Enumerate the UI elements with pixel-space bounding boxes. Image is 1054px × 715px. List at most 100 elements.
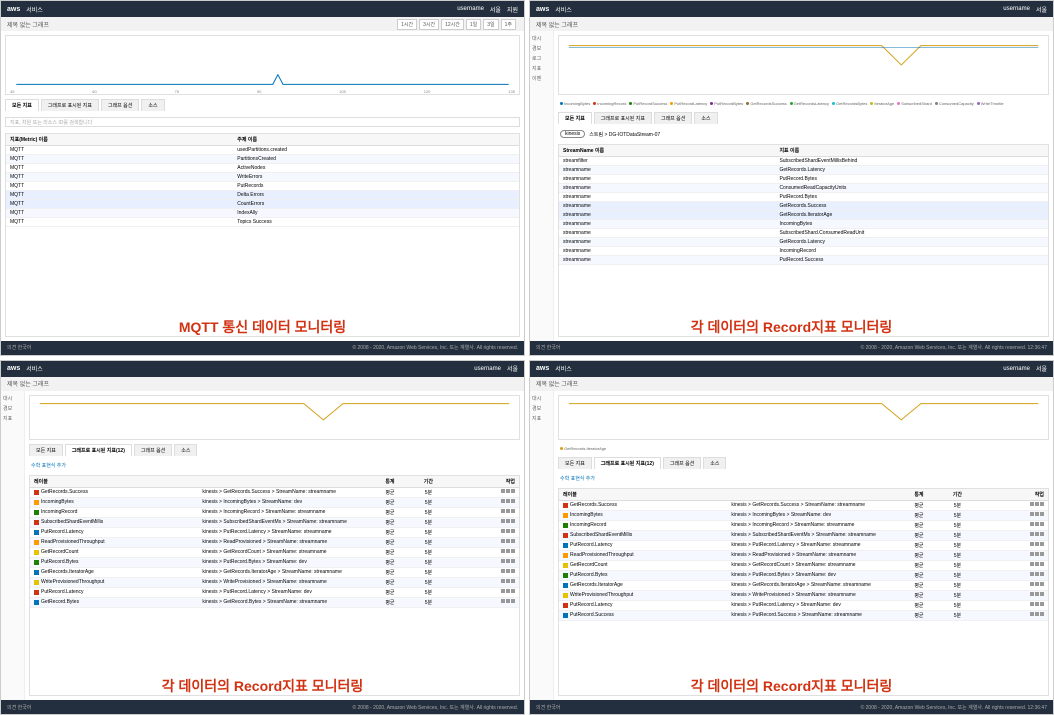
cell-stat[interactable]: 평균 (371, 499, 409, 506)
copy-icon[interactable] (1035, 552, 1039, 556)
col-metric-name[interactable]: 지표 이름 (779, 147, 1044, 154)
delete-icon[interactable] (511, 499, 515, 503)
metric-chart[interactable]: 45607590105120135 (5, 35, 520, 95)
table-row[interactable]: MQTTusedPartitions.created (6, 146, 519, 155)
delete-icon[interactable] (1040, 572, 1044, 576)
sidebar-item[interactable]: 대시 (3, 395, 22, 402)
region-menu[interactable]: 서울 (507, 364, 518, 373)
cell-stat[interactable]: 평균 (371, 579, 409, 586)
bell-icon[interactable] (501, 549, 505, 553)
cell-period[interactable]: 5분 (409, 569, 447, 576)
table-row[interactable]: streamnameGetRecords.Latency (559, 238, 1048, 247)
copy-icon[interactable] (1035, 562, 1039, 566)
delete-icon[interactable] (1040, 542, 1044, 546)
cell-period[interactable]: 5분 (409, 509, 447, 516)
table-row[interactable]: PutRecord.Latencykinesis > PutRecord.Lat… (30, 588, 519, 598)
metric-chart[interactable] (558, 35, 1049, 95)
table-row[interactable]: PutRecord.Latencykinesis > PutRecord.Lat… (30, 528, 519, 538)
copy-icon[interactable] (1035, 572, 1039, 576)
delete-icon[interactable] (511, 539, 515, 543)
delete-icon[interactable] (1040, 592, 1044, 596)
table-row[interactable]: GetRecords.Successkinesis > GetRecords.S… (559, 501, 1048, 511)
sidebar-item[interactable]: 대시 (532, 395, 551, 402)
bell-icon[interactable] (1030, 552, 1034, 556)
table-row[interactable]: GetRecords.IteratorAgekinesis > GetRecor… (559, 581, 1048, 591)
col-topic-name[interactable]: 주제 이름 (237, 136, 515, 143)
legend-item[interactable]: SubscribedShard (897, 101, 932, 106)
table-row[interactable]: IncomingByteskinesis > IncomingBytes > S… (30, 498, 519, 508)
tab-graphed[interactable]: 그래프로 표시된 지표 (41, 99, 99, 111)
filter-pill[interactable]: kinesis (560, 130, 585, 138)
tab-options[interactable]: 그래프 옵션 (654, 112, 692, 124)
user-menu[interactable]: username (1003, 6, 1030, 12)
bell-icon[interactable] (1030, 512, 1034, 516)
col-metric-name[interactable]: 지표(Metric) 이름 (10, 136, 237, 143)
delete-icon[interactable] (1040, 602, 1044, 606)
bell-icon[interactable] (501, 539, 505, 543)
table-row[interactable]: IncomingRecordkinesis > IncomingRecord >… (559, 521, 1048, 531)
delete-icon[interactable] (511, 569, 515, 573)
cell-stat[interactable]: 평균 (900, 592, 938, 599)
services-menu[interactable]: 서비스 (555, 5, 572, 14)
legend-item[interactable]: IncomingBytes (560, 101, 590, 106)
delete-icon[interactable] (1040, 582, 1044, 586)
bell-icon[interactable] (501, 529, 505, 533)
math-expression-link[interactable]: 수학 표현식 추가 (31, 462, 66, 469)
tab-options[interactable]: 그래프 옵션 (663, 457, 701, 469)
user-menu[interactable]: username (474, 366, 501, 372)
copy-icon[interactable] (506, 499, 510, 503)
time-range-btn[interactable]: 1시간 (397, 19, 417, 30)
table-row[interactable]: MQTTWriteErrors (6, 173, 519, 182)
copy-icon[interactable] (1035, 542, 1039, 546)
cell-period[interactable]: 5분 (938, 592, 976, 599)
bell-icon[interactable] (1030, 522, 1034, 526)
table-row[interactable]: GetRecordCountkinesis > GetRecordCount >… (30, 548, 519, 558)
services-menu[interactable]: 서비스 (26, 364, 43, 373)
table-row[interactable]: IncomingRecordkinesis > IncomingRecord >… (30, 508, 519, 518)
tab-all-metrics[interactable]: 모든 지표 (5, 99, 39, 111)
cell-period[interactable]: 5분 (938, 552, 976, 559)
table-row[interactable]: GetRecords.IteratorAgekinesis > GetRecor… (30, 568, 519, 578)
bell-icon[interactable] (501, 489, 505, 493)
feedback-link[interactable]: 의견 한국어 (536, 344, 560, 351)
table-row[interactable]: SubscribedShardEventMilliskinesis > Subs… (30, 518, 519, 528)
cell-stat[interactable]: 평균 (900, 612, 938, 619)
cell-period[interactable]: 5분 (938, 602, 976, 609)
cell-period[interactable]: 5분 (409, 549, 447, 556)
table-row[interactable]: streamnameIncomingBytes (559, 220, 1048, 229)
cell-period[interactable]: 5분 (409, 579, 447, 586)
cell-stat[interactable]: 평균 (371, 559, 409, 566)
table-row[interactable]: WriteProvisionedThroughputkinesis > Writ… (30, 578, 519, 588)
copy-icon[interactable] (1035, 502, 1039, 506)
delete-icon[interactable] (511, 489, 515, 493)
time-range-btn[interactable]: 3시간 (419, 19, 439, 30)
delete-icon[interactable] (511, 559, 515, 563)
tab-all-metrics[interactable]: 모든 지표 (29, 444, 63, 456)
bell-icon[interactable] (501, 499, 505, 503)
cell-stat[interactable]: 평균 (900, 552, 938, 559)
table-row[interactable]: streamfilterSubscribedShardEventMillisBe… (559, 157, 1048, 166)
sidebar-item[interactable]: 경보 (3, 405, 22, 412)
cell-stat[interactable]: 평균 (371, 589, 409, 596)
table-row[interactable]: PutRecord.Byteskinesis > PutRecord.Bytes… (30, 558, 519, 568)
sidebar-item[interactable]: 지표 (532, 65, 551, 72)
bell-icon[interactable] (501, 569, 505, 573)
legend-item[interactable]: WriteThrottle (977, 101, 1004, 106)
legend-item[interactable]: PutRecordLatency (670, 101, 707, 106)
bell-icon[interactable] (501, 559, 505, 563)
time-range-btn[interactable]: 12시간 (441, 19, 464, 30)
time-range-btn[interactable]: 1주 (501, 19, 516, 30)
cell-stat[interactable]: 평균 (900, 562, 938, 569)
cell-stat[interactable]: 평균 (900, 572, 938, 579)
table-row[interactable]: MQTTIndexAlly (6, 209, 519, 218)
math-expression-link[interactable]: 수학 표현식 추가 (560, 475, 595, 482)
bell-icon[interactable] (1030, 612, 1034, 616)
sidebar-item[interactable]: 지표 (532, 415, 551, 422)
copy-icon[interactable] (506, 509, 510, 513)
legend-item[interactable]: GetRecordsLatency (790, 101, 829, 106)
cell-period[interactable]: 5분 (409, 559, 447, 566)
delete-icon[interactable] (511, 519, 515, 523)
cell-period[interactable]: 5분 (409, 599, 447, 606)
user-menu[interactable]: username (457, 6, 484, 12)
sidebar-item[interactable]: 경보 (532, 45, 551, 52)
